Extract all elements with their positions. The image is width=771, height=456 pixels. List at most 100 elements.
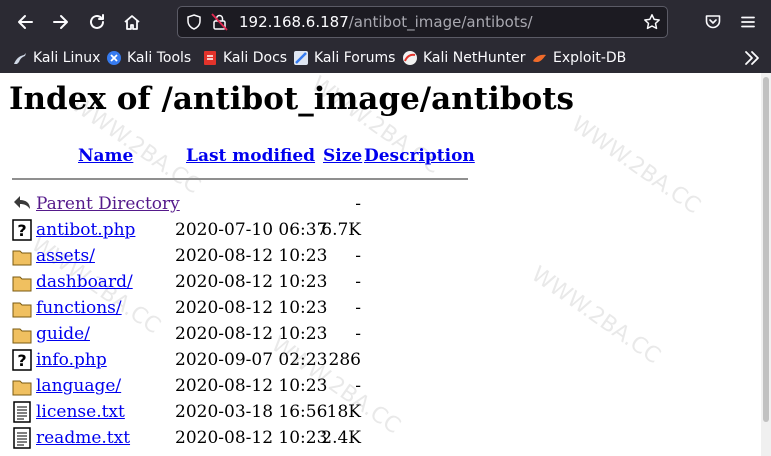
text-file-icon [13,427,31,449]
kali-docs-icon [204,51,216,65]
file-date: 2020-08-12 10:23 [175,298,328,318]
reload-icon [90,14,104,29]
bookmark-exploit-db[interactable]: Exploit-DB [532,48,626,68]
file-link[interactable]: functions/ [36,298,122,318]
bookmark-label: Kali Linux [33,50,101,66]
home-button[interactable] [117,7,147,37]
kali-dragon-icon [14,53,26,64]
bookmark-kali-nethunter[interactable]: Kali NetHunter [402,48,525,68]
svg-text:?: ? [17,351,26,370]
bookmark-label: Kali Docs [223,50,288,66]
unknown-file-icon: ? [12,349,32,371]
navigation-toolbar: 192.168.6.187/antibot_image/antibots/ [0,0,771,44]
folder-icon [12,276,32,292]
table-row: Parent Directory - [0,193,771,219]
file-size: - [355,246,361,266]
kali-tools-icon [107,51,121,65]
file-date: 2020-07-10 06:37 [175,220,328,240]
page-title: Index of /antibot_image/antibots [9,81,574,117]
bookmark-label: Kali Tools [127,50,192,66]
forward-button[interactable] [46,7,76,37]
file-date: 2020-08-12 10:23 [175,428,328,448]
file-link[interactable]: guide/ [36,324,90,344]
chevron-double-right-icon[interactable] [742,49,762,67]
folder-icon [12,380,32,396]
file-date: 2020-08-12 10:23 [175,376,328,396]
table-row: ? info.php 2020-09-07 02:23 286 [0,349,771,375]
insecure-lock-icon[interactable] [211,13,228,31]
file-size: 2.4K [321,428,361,448]
bookmark-kali-tools[interactable]: Kali Tools [106,48,191,68]
url-path: /antibot_image/antibots/ [348,13,533,31]
svg-text:?: ? [17,221,26,240]
page-content: WWW.2BA.CC WWW.2BA.CC WWW.2BA.CC WWW.2BA… [0,73,771,456]
text-file-icon [13,401,31,423]
file-size: 6.7K [321,220,361,240]
file-size: - [355,376,361,396]
file-link[interactable]: Parent Directory [36,194,180,214]
header-divider [12,178,468,180]
unknown-file-icon: ? [12,219,32,241]
url-text[interactable]: 192.168.6.187/antibot_image/antibots/ [239,13,533,31]
menu-button[interactable] [733,7,763,37]
file-size: 18K [326,402,361,422]
file-date: 2020-03-18 16:56 [175,402,328,422]
kali-nethunter-icon [403,51,417,65]
bookmark-kali-linux[interactable]: Kali Linux [12,48,100,68]
file-size: - [355,298,361,318]
table-row: dashboard/ 2020-08-12 10:23 - [0,271,771,297]
table-row: language/ 2020-08-12 10:23 - [0,375,771,401]
browser-chrome: 192.168.6.187/antibot_image/antibots/ Ka… [0,0,771,73]
address-bar[interactable]: 192.168.6.187/antibot_image/antibots/ [177,6,668,38]
file-size: - [355,272,361,292]
file-link[interactable]: dashboard/ [36,272,133,292]
bookmark-kali-docs[interactable]: Kali Docs [202,48,287,68]
column-header-name[interactable]: Name [78,146,133,166]
column-header-last-modified[interactable]: Last modified [186,146,315,166]
hamburger-menu-icon [741,16,755,28]
shield-icon[interactable] [186,14,202,30]
arrow-left-icon [18,15,33,29]
file-date: 2020-08-12 10:23 [175,246,328,266]
url-host: 192.168.6.187 [239,13,349,31]
reload-button[interactable] [82,7,112,37]
bookmark-kali-forums[interactable]: Kali Forums [293,48,395,68]
kali-forums-icon [294,51,308,65]
back-icon [14,196,30,209]
bookmarks-toolbar: Kali Linux Kali Tools Kali Docs Kali For… [0,44,771,73]
column-header-description[interactable]: Description [364,146,475,166]
table-row: readme.txt 2020-08-12 10:23 2.4K [0,427,771,453]
table-row: license.txt 2020-03-18 16:56 18K [0,401,771,427]
vertical-scrollbar[interactable] [761,73,771,456]
file-link[interactable]: language/ [36,376,121,396]
file-size: - [355,194,361,214]
file-link[interactable]: info.php [36,350,107,370]
back-button[interactable] [10,7,40,37]
file-link[interactable]: antibot.php [36,220,135,240]
star-icon[interactable] [643,13,661,31]
pocket-button[interactable] [698,7,728,37]
file-date: 2020-09-07 02:23 [175,350,328,370]
table-row: functions/ 2020-08-12 10:23 - [0,297,771,323]
file-link[interactable]: license.txt [36,402,125,422]
file-link[interactable]: readme.txt [36,428,130,448]
table-row: assets/ 2020-08-12 10:23 - [0,245,771,271]
file-date: 2020-08-12 10:23 [175,324,328,344]
arrow-right-icon [53,15,68,29]
table-row: guide/ 2020-08-12 10:23 - [0,323,771,349]
file-date: 2020-08-12 10:23 [175,272,328,292]
bookmark-label: Exploit-DB [553,50,627,66]
folder-icon [12,302,32,318]
file-size: - [355,324,361,344]
folder-icon [12,328,32,344]
file-size: 286 [328,350,361,370]
column-header-size[interactable]: Size [323,146,362,166]
folder-icon [12,250,32,266]
scrollbar-thumb[interactable] [763,77,769,422]
exploit-db-icon [533,54,546,62]
home-icon [124,15,140,30]
bookmark-label: Kali Forums [314,50,396,66]
file-link[interactable]: assets/ [36,246,95,266]
table-row: ? antibot.php 2020-07-10 06:37 6.7K [0,219,771,245]
pocket-icon [705,15,721,29]
